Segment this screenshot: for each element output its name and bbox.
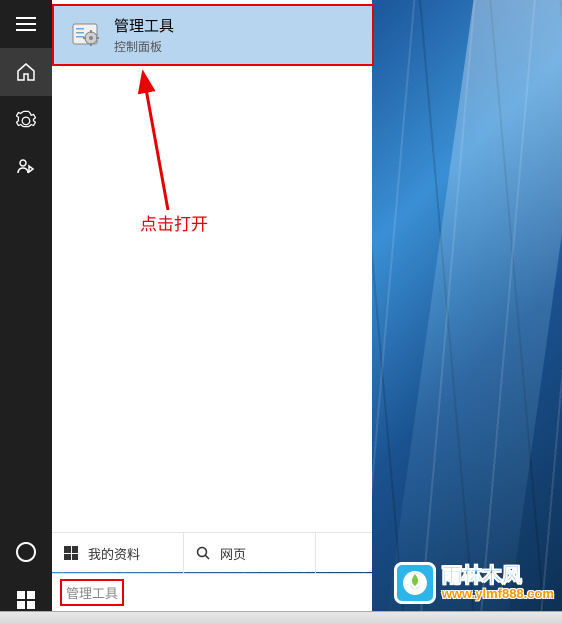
- tab-label: 我的资料: [88, 544, 140, 563]
- admin-tools-icon: [68, 17, 104, 53]
- start-sidebar: [0, 0, 52, 624]
- hamburger-menu-button[interactable]: [0, 0, 52, 48]
- result-subtitle: 控制面板: [114, 38, 174, 55]
- result-title: 管理工具: [114, 15, 174, 36]
- windows-small-icon: [64, 546, 78, 560]
- windows-icon: [17, 591, 35, 609]
- watermark-title: 雨林木风: [442, 565, 554, 587]
- search-input-bar[interactable]: 管理工具: [52, 573, 372, 611]
- watermark-url: www.ylmf888.com: [442, 587, 554, 601]
- search-result-best-match[interactable]: 管理工具 控制面板: [52, 4, 374, 66]
- feedback-icon: [16, 158, 36, 178]
- cortana-icon: [16, 542, 36, 562]
- tab-web[interactable]: 网页: [184, 533, 316, 573]
- home-icon: [16, 62, 36, 82]
- gear-icon: [16, 110, 36, 130]
- watermark-logo: [394, 562, 436, 604]
- feedback-button[interactable]: [0, 144, 52, 192]
- taskbar[interactable]: [0, 611, 562, 624]
- hamburger-icon: [16, 17, 36, 31]
- search-filter-tabs: 我的资料 网页: [52, 532, 372, 572]
- tab-my-stuff[interactable]: 我的资料: [52, 533, 184, 573]
- search-icon: [196, 546, 210, 560]
- watermark: 雨林木风 www.ylmf888.com: [394, 562, 554, 604]
- cortana-button[interactable]: [0, 528, 52, 576]
- tab-label: 网页: [220, 544, 246, 563]
- settings-button[interactable]: [0, 96, 52, 144]
- search-results-panel: [52, 0, 372, 536]
- search-input-text: 管理工具: [60, 579, 124, 606]
- home-button[interactable]: [0, 48, 52, 96]
